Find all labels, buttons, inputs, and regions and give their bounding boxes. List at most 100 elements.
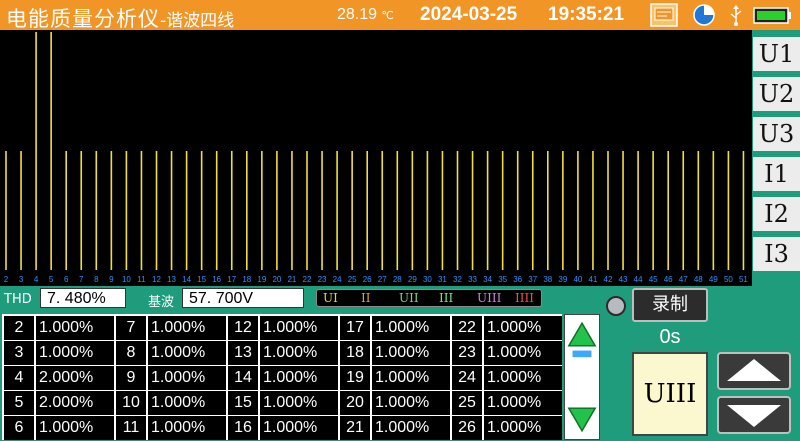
harmonic-tick-label: 36	[513, 275, 522, 284]
harmonic-order: 6	[4, 416, 34, 440]
harmonic-percent: 1.000%	[260, 316, 338, 340]
harmonic-tick-label: 24	[333, 275, 342, 284]
time-readout: 19:35:21	[548, 4, 625, 25]
harmonic-spectrum-chart: 2 3 4 5 6 7 8 9 10 11 12 13 14 15 16 17 18 19 20 21 22 23 24 25…	[0, 30, 752, 286]
title-main: 电能质量分析仪	[6, 7, 160, 31]
harmonic-tick-label: 12	[152, 275, 161, 284]
battery-icon	[753, 7, 791, 24]
harmonic-tick-label: 2	[4, 275, 9, 284]
temperature-unit: ℃	[381, 10, 394, 22]
harmonic-order: 12	[228, 316, 258, 340]
harmonic-tick-label: 8	[94, 275, 99, 284]
title-sub: -谐波四线	[160, 11, 235, 31]
harmonic-percent: 2.000%	[36, 366, 114, 390]
app-title: 电能质量分析仪-谐波四线	[6, 3, 234, 33]
harmonic-order: 14	[228, 366, 258, 390]
harmonic-percent: 1.000%	[148, 366, 226, 390]
harmonic-tick-label: 7	[79, 275, 84, 284]
selected-channel-button[interactable]: UIII	[632, 352, 708, 436]
fundamental-value: 57. 700V	[182, 288, 304, 308]
harmonic-order: 11	[116, 416, 146, 440]
harmonic-table: 2 1.000% 3 1.000% 4 2.000% 5 2.000% 6 1.000% 7 1.00…	[2, 314, 562, 440]
channel-button-u1[interactable]: U1	[753, 37, 800, 71]
harmonic-tick-label: 51	[739, 275, 748, 284]
harmonic-tick-label: 9	[109, 275, 114, 284]
spectrum-svg: 2 3 4 5 6 7 8 9 10 11 12 13 14 15 16 17 18 19 20 21 22 23 24 25…	[4, 32, 748, 284]
channel-button-u3[interactable]: U3	[753, 117, 800, 151]
harmonic-percent: 1.000%	[484, 366, 562, 390]
harmonic-order: 26	[452, 416, 482, 440]
harmonic-tick-label: 40	[573, 275, 582, 284]
harmonic-order: 2	[4, 316, 34, 340]
harmonic-tick-label: 29	[408, 275, 417, 284]
harmonic-order: 3	[4, 341, 34, 365]
usb-icon	[730, 5, 742, 26]
header-icons	[650, 3, 791, 27]
harmonic-tick-label: 22	[303, 275, 312, 284]
legend-uii: UII	[399, 291, 419, 305]
harmonic-tick-label: 33	[468, 275, 477, 284]
harmonic-order: 9	[116, 366, 146, 390]
harmonic-percent: 1.000%	[484, 391, 562, 415]
channel-button-u2[interactable]: U2	[753, 77, 800, 111]
harmonic-tick-label: 39	[558, 275, 567, 284]
harmonic-tick-label: 41	[588, 275, 597, 284]
harmonic-order: 8	[116, 341, 146, 365]
harmonic-tick-label: 28	[393, 275, 402, 284]
harmonic-tick-label: 47	[679, 275, 688, 284]
harmonic-tick-label: 42	[604, 275, 613, 284]
harmonic-tick-label: 20	[272, 275, 281, 284]
harmonic-tick-label: 3	[19, 275, 24, 284]
channel-button-i2[interactable]: I2	[753, 197, 800, 231]
harmonic-tick-label: 50	[724, 275, 733, 284]
harmonic-tick-label: 31	[438, 275, 447, 284]
thd-value: 7. 480%	[40, 288, 126, 308]
legend-iii: III	[439, 291, 454, 305]
harmonic-order: 20	[340, 391, 370, 415]
harmonic-percent: 1.000%	[260, 366, 338, 390]
harmonic-tick-label: 11	[137, 275, 146, 284]
harmonic-percent: 1.000%	[484, 416, 562, 440]
arrow-down-icon	[727, 405, 781, 427]
legend-uiii: UIII	[477, 291, 502, 305]
screen-icon[interactable]	[650, 3, 678, 27]
up-button[interactable]	[717, 352, 791, 390]
harmonic-percent: 1.000%	[260, 341, 338, 365]
legend-iiii: IIII	[515, 291, 534, 305]
harmonic-tick-label: 34	[483, 275, 492, 284]
harmonic-percent: 1.000%	[148, 416, 226, 440]
record-button[interactable]: 录制	[632, 288, 708, 322]
harmonic-percent: 1.000%	[372, 316, 450, 340]
harmonic-order: 18	[340, 341, 370, 365]
harmonic-tick-label: 23	[318, 275, 327, 284]
harmonic-order: 5	[4, 391, 34, 415]
record-elapsed: 0s	[659, 326, 681, 348]
harmonic-tick-label: 4	[34, 275, 39, 284]
harmonic-tick-label: 21	[287, 275, 296, 284]
harmonic-order: 15	[228, 391, 258, 415]
channel-button-i3[interactable]: I3	[753, 237, 800, 271]
harmonic-tick-label: 32	[453, 275, 462, 284]
harmonic-percent: 1.000%	[36, 316, 114, 340]
channel-button-i1[interactable]: I1	[753, 157, 800, 191]
harmonic-tick-label: 14	[182, 275, 191, 284]
clock-icon	[693, 4, 715, 26]
harmonic-percent: 2.000%	[36, 391, 114, 415]
harmonic-percent: 1.000%	[372, 391, 450, 415]
thd-label: THD	[4, 292, 32, 307]
harmonic-tick-label: 44	[634, 275, 643, 284]
table-scrollbar[interactable]	[564, 314, 600, 440]
harmonic-tick-label: 35	[498, 275, 507, 284]
harmonic-tick-label: 17	[227, 275, 236, 284]
down-button[interactable]	[717, 396, 791, 434]
harmonic-percent: 1.000%	[148, 341, 226, 365]
harmonic-percent: 1.000%	[372, 341, 450, 365]
harmonic-tick-label: 37	[528, 275, 537, 284]
harmonic-percent: 1.000%	[484, 341, 562, 365]
harmonic-order: 21	[340, 416, 370, 440]
harmonic-order: 17	[340, 316, 370, 340]
harmonic-tick-label: 45	[649, 275, 658, 284]
harmonic-percent: 1.000%	[148, 316, 226, 340]
harmonic-order: 4	[4, 366, 34, 390]
harmonic-tick-label: 15	[197, 275, 206, 284]
